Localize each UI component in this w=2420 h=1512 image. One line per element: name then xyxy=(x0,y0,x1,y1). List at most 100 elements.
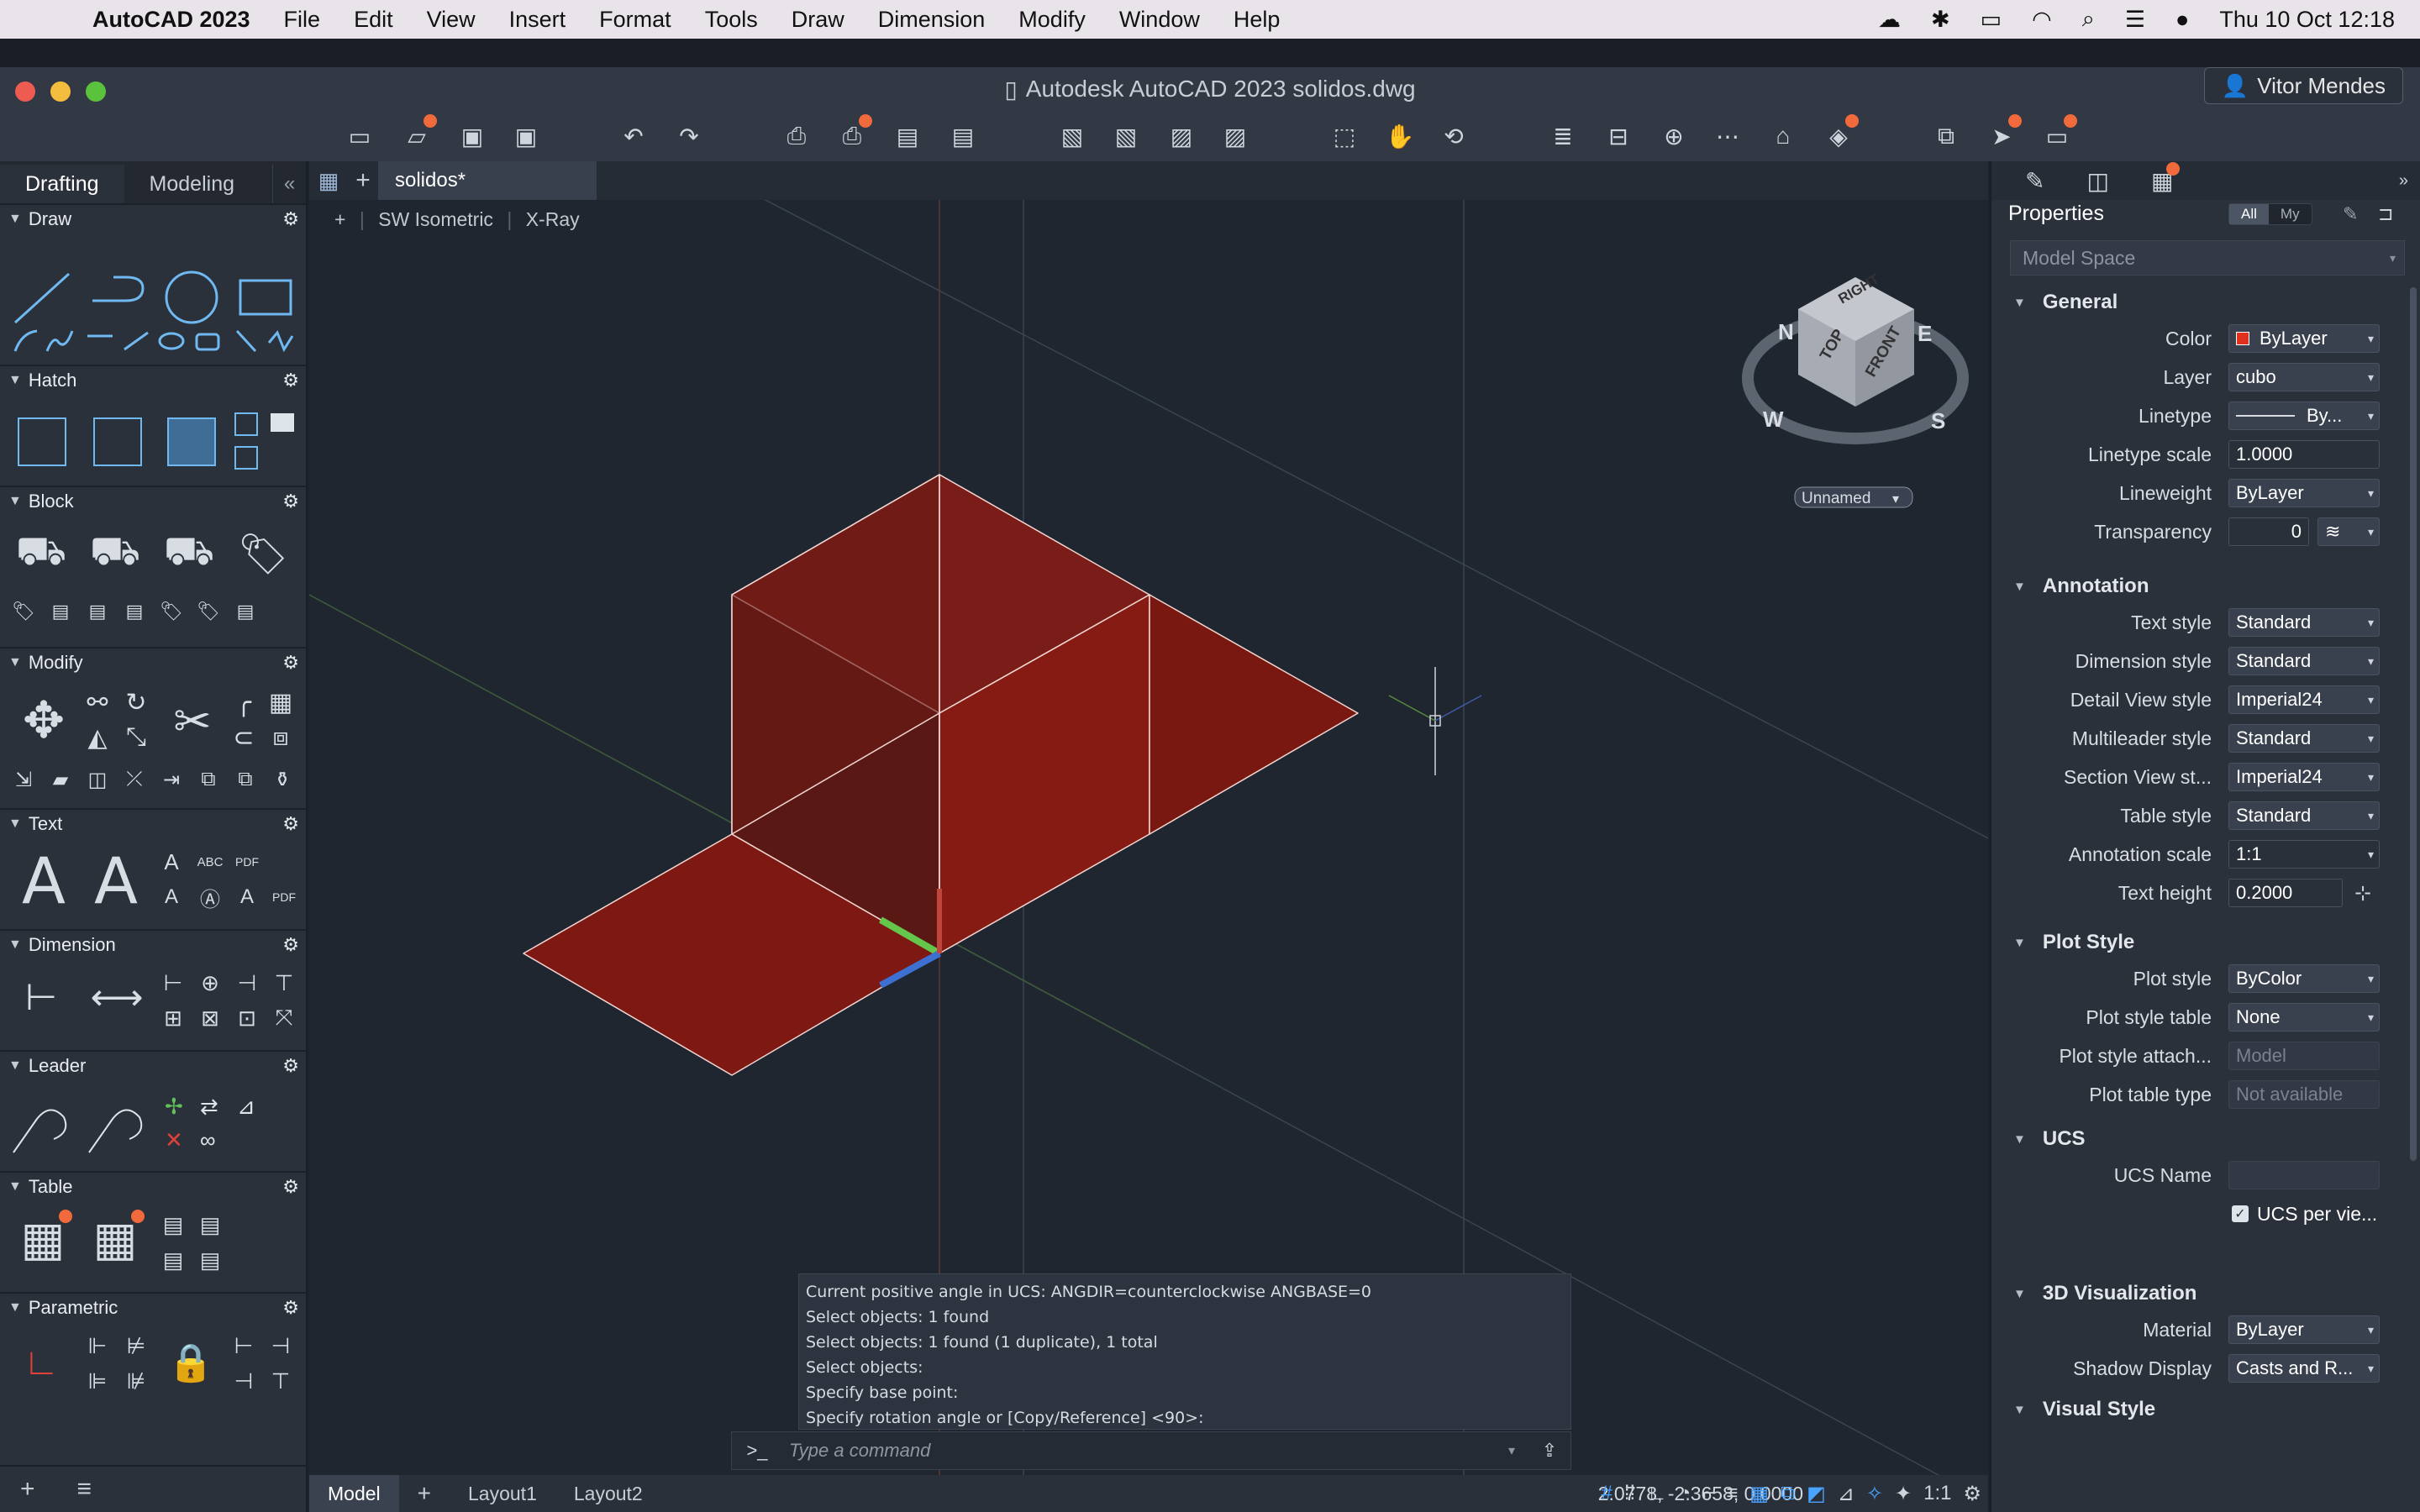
menu-modify[interactable]: Modify xyxy=(1018,7,1086,33)
blocks-tab-icon[interactable]: ▦ xyxy=(2151,161,2181,195)
group-header[interactable]: ▼ UCS xyxy=(1991,1122,2403,1156)
globe-add-icon[interactable]: ⊕ xyxy=(1655,118,1692,155)
align-leader-icon[interactable]: ⇄ xyxy=(200,1094,218,1119)
selection-dropdown[interactable]: Model Space ▾ xyxy=(2010,240,2405,276)
text-align-icon[interactable]: Ⓐ xyxy=(193,882,227,912)
match-layer-icon[interactable]: ⊟ xyxy=(1600,118,1637,155)
app-menu[interactable]: AutoCAD 2023 xyxy=(92,7,250,33)
dimension-update-icon[interactable]: ⤧ xyxy=(267,1003,301,1033)
menu-view[interactable]: View xyxy=(427,7,476,33)
spotlight-search-icon[interactable]: ⌕ xyxy=(2082,6,2095,33)
plot-preview-icon[interactable]: ▤ xyxy=(944,118,981,155)
stretch-icon[interactable]: ⇲ xyxy=(8,764,39,795)
gear-icon[interactable]: ⚙ xyxy=(282,652,299,674)
compass-e[interactable]: E xyxy=(1918,321,1932,346)
table-icon[interactable]: ▦ xyxy=(13,1210,72,1268)
pick-point-icon[interactable]: ⊹ xyxy=(2354,881,2371,906)
gear-icon[interactable]: ⚙ xyxy=(282,934,299,956)
single-line-text-icon[interactable]: A xyxy=(84,843,148,918)
aligned-constraint-icon[interactable]: ⊣ xyxy=(264,1331,297,1361)
draworder-icon[interactable]: ⚱ xyxy=(267,764,297,795)
properties-scrollbar[interactable] xyxy=(2410,287,2417,1161)
material-dropdown[interactable]: ByLayer ▾ xyxy=(2228,1315,2380,1344)
close-window-button[interactable] xyxy=(15,81,35,102)
linetype-scale-input[interactable]: 1.0000 xyxy=(2228,440,2380,469)
polar-icon[interactable]: ◔ xyxy=(1679,1482,1691,1505)
detail-view-style-dropdown[interactable]: Imperial24 ▾ xyxy=(2228,685,2380,714)
transparency-input[interactable]: 0 xyxy=(2228,517,2309,546)
data-extract-icon[interactable]: ▤ xyxy=(193,1210,227,1240)
boundary-tool-icon[interactable] xyxy=(167,417,216,466)
explode-icon[interactable]: ◫ xyxy=(82,764,113,795)
menu-window[interactable]: Window xyxy=(1119,7,1200,33)
collapse-triangle-icon[interactable]: ▼ xyxy=(8,212,22,227)
open-icon[interactable]: ▱ xyxy=(398,114,437,155)
group-header[interactable]: ▼ General xyxy=(1991,286,2403,319)
zoom-window-button[interactable] xyxy=(86,81,106,102)
share-view-icon[interactable]: ◈ xyxy=(1820,114,1859,155)
layers-tab-icon[interactable]: ◫ xyxy=(2086,167,2108,195)
pan-icon[interactable]: ✋ xyxy=(1381,118,1418,155)
control-center-icon[interactable]: ☰ xyxy=(2125,7,2145,33)
annotation-scale[interactable]: 1:1 xyxy=(1923,1482,1951,1505)
copy-icon[interactable]: ⚯ xyxy=(81,685,114,719)
screencast-icon[interactable]: ▭ xyxy=(2039,114,2077,155)
trace-icon[interactable]: ⌂ xyxy=(1765,118,1802,155)
menu-edit[interactable]: Edit xyxy=(354,7,393,33)
region-boundary-icon[interactable] xyxy=(234,412,258,436)
compass-n[interactable]: N xyxy=(1778,319,1794,344)
remove-leader-icon[interactable]: ✕ xyxy=(165,1127,183,1152)
array-icon[interactable]: ▦ xyxy=(264,685,297,719)
table-edit-icon[interactable]: ▦ xyxy=(86,1210,145,1268)
dimension-icon[interactable]: ⊢ xyxy=(12,968,71,1026)
join-icon[interactable]: ⇥ xyxy=(156,764,187,795)
chamfer-icon[interactable]: ⧉ xyxy=(230,764,260,795)
linear-constraint-icon[interactable]: ⊢ xyxy=(227,1331,260,1361)
insert-block-icon[interactable]: ⛟ xyxy=(86,524,145,583)
palette-menu-icon[interactable]: ≡ xyxy=(77,1475,92,1504)
lock-icon[interactable]: 🔒 xyxy=(168,1331,214,1394)
menu-tools[interactable]: Tools xyxy=(705,7,758,33)
show-constraints-icon[interactable]: ⊫ xyxy=(81,1366,114,1396)
gear-icon[interactable]: ⚙ xyxy=(282,1297,299,1319)
xref-icon[interactable]: ▨ xyxy=(1217,118,1254,155)
hatch-edit-icon[interactable] xyxy=(234,446,258,470)
shadow-display-dropdown[interactable]: Casts and R... ▾ xyxy=(2228,1354,2380,1383)
group-header[interactable]: ▼ 3D Visualization xyxy=(1991,1277,2403,1310)
table-update-icon[interactable]: ▤ xyxy=(193,1245,227,1275)
hatch-library-icon[interactable] xyxy=(271,413,294,432)
tab-modeling[interactable]: Modeling xyxy=(124,165,260,203)
tab-layout2[interactable]: Layout2 xyxy=(555,1475,661,1512)
layer-properties-icon[interactable]: ≣ xyxy=(1544,118,1581,155)
manage-attributes-icon[interactable]: ▤ xyxy=(82,596,113,627)
center-mark-icon[interactable]: ⊡ xyxy=(230,1003,264,1033)
polyline-tool-icon[interactable] xyxy=(92,276,145,302)
checkbox[interactable]: ✓ xyxy=(2232,1205,2249,1222)
gear-icon[interactable]: ⚙ xyxy=(282,208,299,230)
tab-layout1[interactable]: Layout1 xyxy=(450,1475,555,1512)
battery-icon[interactable]: ▭ xyxy=(1981,7,2002,33)
angular-constraint-icon[interactable]: ⊤ xyxy=(264,1366,297,1396)
table-style-dropdown[interactable]: Standard ▾ xyxy=(2228,801,2380,830)
group-header[interactable]: ▼ Plot Style xyxy=(1991,926,2403,959)
continue-dimension-icon[interactable]: ⊣ xyxy=(230,968,264,998)
edit-block-icon[interactable]: ⛟ xyxy=(160,524,218,583)
add-layout-icon[interactable]: + xyxy=(399,1475,450,1512)
align-icon[interactable]: ⧉ xyxy=(193,764,224,795)
xline-tool-icon[interactable] xyxy=(235,329,257,353)
define-attribute-icon[interactable]: 🏷 xyxy=(8,596,39,627)
quick-dimension-icon[interactable]: ⟷ xyxy=(87,968,146,1026)
undo-icon[interactable]: ↶ xyxy=(615,118,652,155)
dimension-style-dropdown[interactable]: Standard ▾ xyxy=(2228,647,2380,675)
annotation-scale-dropdown[interactable]: 1:1 ▾ xyxy=(2228,840,2380,869)
offset-icon[interactable]: ⊂ xyxy=(227,721,260,754)
rectangle-tool-icon[interactable] xyxy=(239,279,292,316)
constraint-bar-icon[interactable]: ⊭ xyxy=(119,1331,153,1361)
filter-all[interactable]: All xyxy=(2229,204,2269,224)
export-icon[interactable]: ▧ xyxy=(1107,118,1144,155)
layer-dropdown[interactable]: cubo ▾ xyxy=(2228,363,2380,391)
spline-tool-icon[interactable] xyxy=(45,330,74,352)
publish-icon[interactable]: ▤ xyxy=(889,118,926,155)
erase-icon[interactable]: ▰ xyxy=(45,764,76,795)
dynamic-ucs-icon[interactable]: ⊿ xyxy=(1838,1482,1854,1506)
